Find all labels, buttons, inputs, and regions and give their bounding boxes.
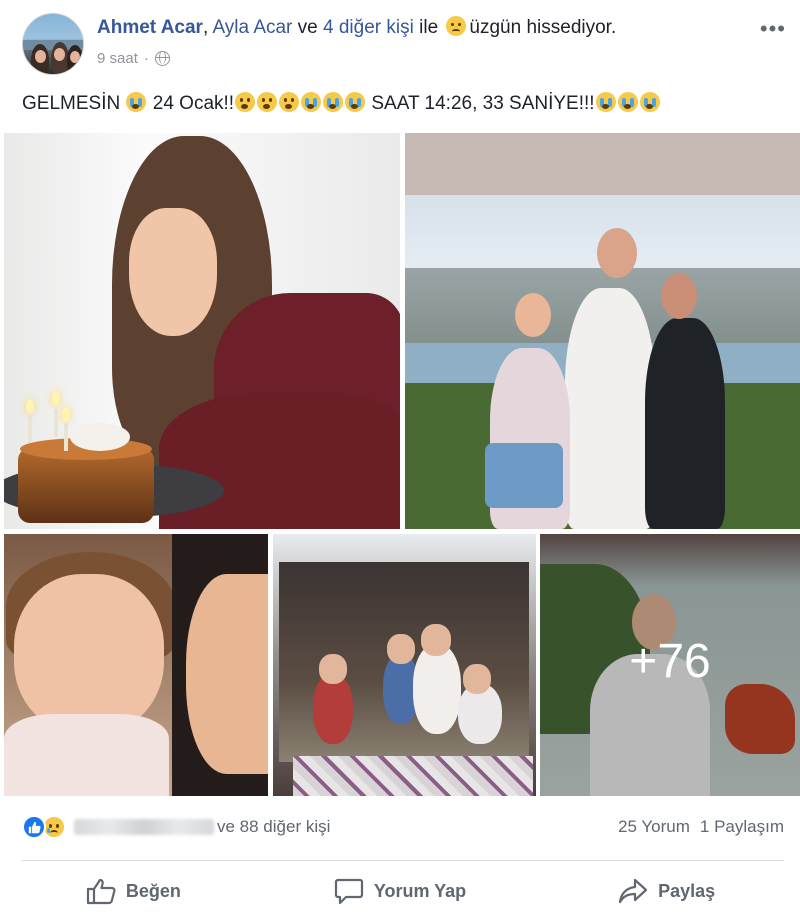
author-avatar[interactable] [22,13,84,75]
photo-selfie-with-baby[interactable] [4,534,268,796]
blurred-names [74,819,214,835]
post-timestamp-link[interactable]: 9 saat [97,50,138,67]
sad-face-icon [279,92,300,112]
engagement-counts: 25 Yorum 1 Paylaşım [618,817,784,837]
sad-face-icon [257,92,278,112]
photo-family-bosphorus[interactable] [405,133,800,529]
crying-face-icon [617,92,638,112]
divider [22,860,784,861]
photo-more-overlay[interactable]: +76 [540,534,800,796]
crying-face-icon [639,92,660,112]
share-button[interactable]: Paylaş [533,868,800,914]
others-link[interactable]: 4 diğer kişi [323,17,414,38]
post-meta: 9 saat · [97,50,170,67]
comment-button-label: Yorum Yap [373,880,467,901]
comments-count-link[interactable]: 25 Yorum [618,817,690,836]
like-button[interactable]: Beğen [0,868,267,914]
sad-face-icon [446,16,467,36]
crying-face-icon [323,92,344,112]
sad-face-icon [235,92,256,112]
crying-face-icon [301,92,322,112]
share-arrow-icon [618,877,648,905]
like-button-label: Beğen [125,880,181,901]
more-options-icon[interactable]: ••• [760,16,786,42]
reactions-summary[interactable]: ve 88 diğer kişi [22,815,330,839]
tagged-person-link[interactable]: Ayla Acar [212,17,292,38]
thumbs-up-icon [86,877,116,905]
feeling-text: üzgün hissediyor. [469,17,617,38]
photo-birthday-cake[interactable] [4,133,400,529]
crying-face-icon [126,92,147,112]
photo-old-family-print[interactable] [273,534,536,796]
globe-icon[interactable] [154,51,170,66]
post-text: GELMESİN 24 Ocak!! SAAT 14:26, 33 SANİYE… [22,92,661,115]
author-name-link[interactable]: Ahmet Acar [97,17,203,38]
comment-button[interactable]: Yorum Yap [267,868,534,914]
crying-face-icon [345,92,366,112]
shares-count-link[interactable]: 1 Paylaşım [700,817,784,836]
facebook-post: Ahmet Acar, Ayla Acar ve 4 diğer kişi il… [0,0,800,916]
reaction-others-text: ve 88 diğer kişi [217,817,331,836]
share-button-label: Paylaş [658,880,716,901]
comment-icon [334,877,364,905]
more-photos-count: +76 [629,635,711,688]
crying-face-icon [595,92,616,112]
like-icon [22,815,46,839]
post-actions: Beğen Yorum Yap Paylaş [0,868,800,914]
post-headline: Ahmet Acar, Ayla Acar ve 4 diğer kişi il… [97,16,617,38]
